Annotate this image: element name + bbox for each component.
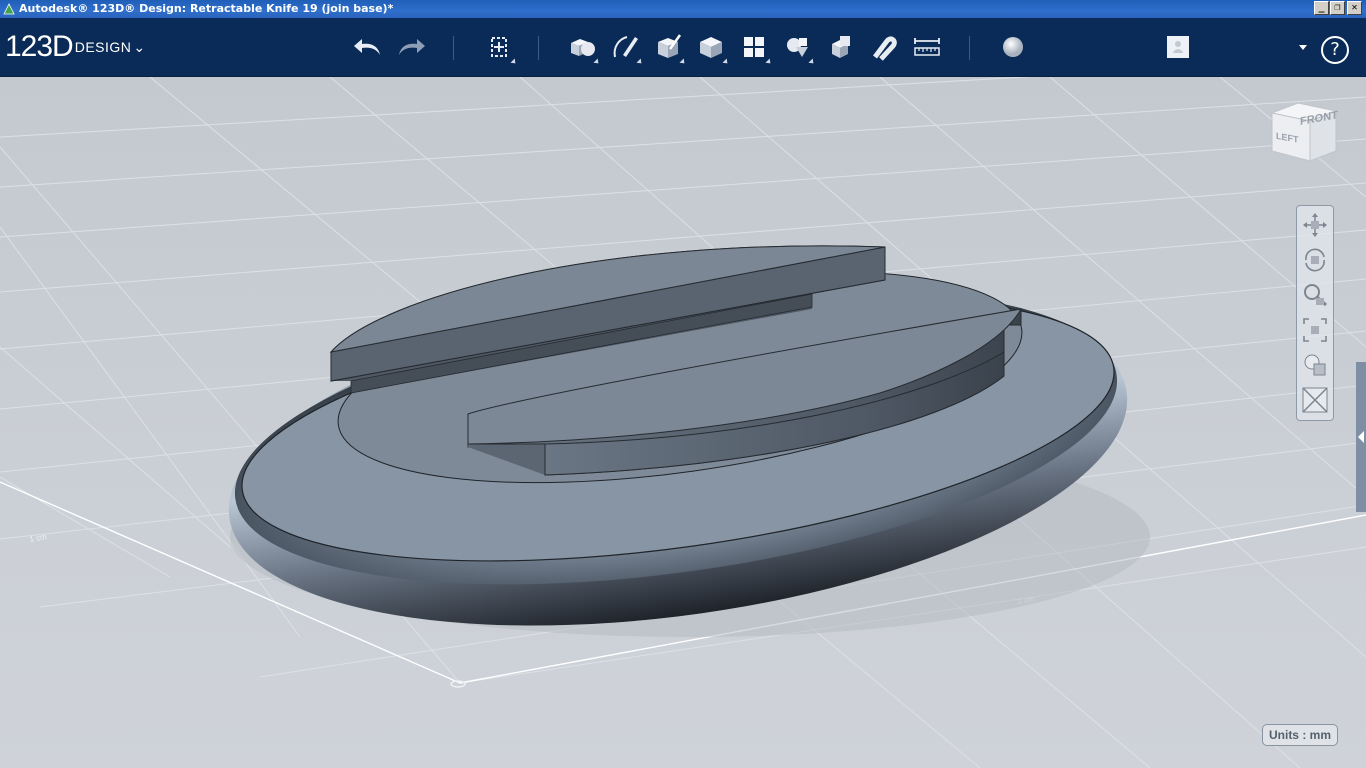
logo-sub: DESIGN xyxy=(74,39,132,55)
grouping-button[interactable] xyxy=(779,28,816,66)
viewcube[interactable]: LEFT FRONT xyxy=(1266,99,1338,169)
material-button[interactable] xyxy=(995,28,1031,66)
redo-button[interactable] xyxy=(393,28,429,66)
main-toolbar: 123D DESIGN ⌄ ? xyxy=(0,18,1366,77)
modify-button[interactable] xyxy=(693,28,730,66)
toolbar-separator xyxy=(969,36,970,60)
side-panel-toggle[interactable] xyxy=(1356,362,1366,512)
toolbar-separator xyxy=(453,36,454,60)
window-titlebar: Autodesk® 123D® Design: Retractable Knif… xyxy=(0,0,1366,18)
sketch-button[interactable] xyxy=(607,28,644,66)
transform-button[interactable] xyxy=(481,28,518,66)
measure-button[interactable] xyxy=(909,28,945,66)
user-icon xyxy=(1167,36,1189,58)
redo-icon xyxy=(399,39,425,55)
primitives-icon xyxy=(571,39,595,56)
chevron-down-icon[interactable] xyxy=(1299,45,1307,50)
modify-icon xyxy=(700,37,722,58)
chevron-down-icon: ⌄ xyxy=(133,38,146,55)
combine-button[interactable] xyxy=(822,28,858,66)
window-title: Autodesk® 123D® Design: Retractable Knif… xyxy=(19,2,394,15)
pattern-button[interactable] xyxy=(736,28,773,66)
3d-viewport[interactable]: 1 cm 1 cm xyxy=(0,77,1366,768)
pan-icon xyxy=(1303,213,1327,237)
minimize-button[interactable]: _ xyxy=(1314,1,1329,15)
grouping-icon xyxy=(787,38,808,57)
scene-canvas[interactable]: 1 cm 1 cm xyxy=(0,77,1366,768)
undo-button[interactable] xyxy=(350,28,386,66)
restore-button[interactable]: ❐ xyxy=(1330,1,1345,15)
navigation-bar xyxy=(1296,205,1334,421)
visibility-button[interactable] xyxy=(1300,385,1330,415)
orbit-button[interactable] xyxy=(1300,245,1330,275)
app-icon xyxy=(3,3,15,15)
pattern-icon xyxy=(744,37,764,57)
account-button[interactable] xyxy=(1160,28,1196,66)
logo-main: 123D xyxy=(5,30,74,63)
transform-icon xyxy=(491,37,507,57)
pan-button[interactable] xyxy=(1300,210,1330,240)
construct-button[interactable] xyxy=(650,28,687,66)
snap-button[interactable] xyxy=(865,28,901,66)
snap-icon xyxy=(873,36,897,61)
visibility-icon xyxy=(1302,387,1328,413)
help-button[interactable]: ? xyxy=(1321,36,1349,64)
views-icon xyxy=(1304,354,1326,376)
views-button[interactable] xyxy=(1300,350,1330,380)
combine-icon xyxy=(832,36,850,58)
orbit-icon xyxy=(1305,248,1325,272)
app-menu-button[interactable]: 123D DESIGN ⌄ xyxy=(5,30,145,64)
primitives-button[interactable] xyxy=(564,28,601,66)
undo-icon xyxy=(354,39,380,55)
fit-icon xyxy=(1303,318,1327,342)
close-button[interactable]: ✕ xyxy=(1347,1,1362,15)
toolbar-separator xyxy=(538,36,539,60)
fit-button[interactable] xyxy=(1300,315,1330,345)
material-icon xyxy=(1003,37,1023,57)
zoom-icon xyxy=(1304,284,1327,307)
zoom-button[interactable] xyxy=(1300,280,1330,310)
sketch-icon xyxy=(613,36,638,58)
construct-icon xyxy=(658,34,682,58)
measure-icon xyxy=(914,38,940,56)
units-button[interactable]: Units : mm xyxy=(1262,724,1338,746)
